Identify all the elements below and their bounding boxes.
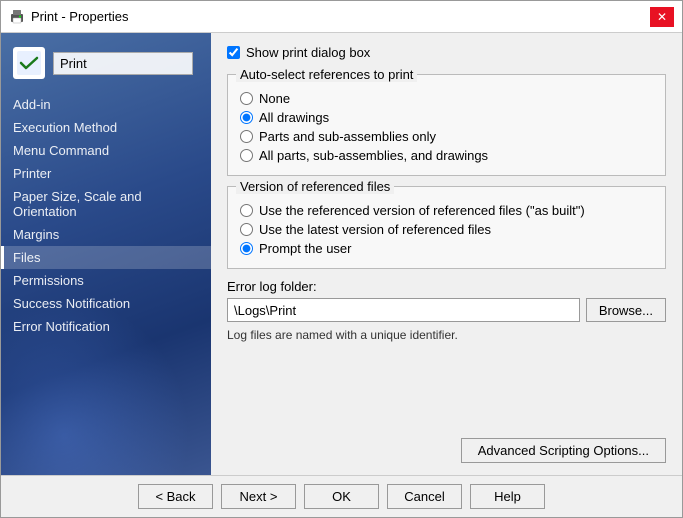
window-title: Print - Properties — [31, 9, 129, 24]
radio-parts-sub-label[interactable]: Parts and sub-assemblies only — [259, 129, 436, 144]
radio-all-drawings[interactable] — [240, 111, 253, 124]
show-print-dialog-checkbox[interactable] — [227, 46, 240, 59]
bottom-bar: < Back Next > OK Cancel Help — [1, 475, 682, 517]
sidebar-item-add-in[interactable]: Add-in — [1, 93, 211, 116]
radio-latest[interactable] — [240, 223, 253, 236]
error-log-input-row: Browse... — [227, 298, 666, 322]
title-bar-left: Print - Properties — [9, 9, 129, 25]
printer-icon — [9, 9, 25, 25]
radio-none-row: None — [240, 89, 653, 108]
sidebar-logo — [13, 47, 45, 79]
right-panel: Show print dialog box Auto-select refere… — [211, 33, 682, 475]
error-log-section: Error log folder: Browse... Log files ar… — [227, 279, 666, 342]
sidebar-item-permissions[interactable]: Permissions — [1, 269, 211, 292]
radio-all-parts-row: All parts, sub-assemblies, and drawings — [240, 146, 653, 165]
auto-select-label: Auto-select references to print — [236, 67, 417, 82]
radio-as-built-row: Use the referenced version of referenced… — [240, 201, 653, 220]
check-icon — [17, 51, 41, 75]
sidebar-item-success-notification[interactable]: Success Notification — [1, 292, 211, 315]
main-window: Print - Properties ✕ Add-in Execu — [0, 0, 683, 518]
cancel-button[interactable]: Cancel — [387, 484, 462, 509]
main-content: Add-in Execution Method Menu Command Pri… — [1, 33, 682, 475]
sidebar-item-menu-command[interactable]: Menu Command — [1, 139, 211, 162]
radio-all-parts[interactable] — [240, 149, 253, 162]
version-label: Version of referenced files — [236, 179, 394, 194]
advanced-scripting-button[interactable]: Advanced Scripting Options... — [461, 438, 666, 463]
sidebar-item-printer[interactable]: Printer — [1, 162, 211, 185]
radio-parts-sub-row: Parts and sub-assemblies only — [240, 127, 653, 146]
auto-select-section: Auto-select references to print None All… — [227, 74, 666, 176]
radio-as-built-label[interactable]: Use the referenced version of referenced… — [259, 203, 585, 218]
error-log-info: Log files are named with a unique identi… — [227, 328, 666, 342]
radio-latest-row: Use the latest version of referenced fil… — [240, 220, 653, 239]
browse-button[interactable]: Browse... — [586, 298, 666, 322]
radio-all-drawings-row: All drawings — [240, 108, 653, 127]
sidebar-item-execution-method[interactable]: Execution Method — [1, 116, 211, 139]
show-print-dialog-label[interactable]: Show print dialog box — [246, 45, 370, 60]
radio-none-label[interactable]: None — [259, 91, 290, 106]
radio-prompt[interactable] — [240, 242, 253, 255]
advanced-section: Advanced Scripting Options... — [227, 434, 666, 467]
sidebar-item-margins[interactable]: Margins — [1, 223, 211, 246]
radio-prompt-label[interactable]: Prompt the user — [259, 241, 352, 256]
show-print-dialog-row: Show print dialog box — [227, 45, 666, 60]
radio-prompt-row: Prompt the user — [240, 239, 653, 258]
close-button[interactable]: ✕ — [650, 7, 674, 27]
error-log-input[interactable] — [227, 298, 580, 322]
next-button[interactable]: Next > — [221, 484, 296, 509]
radio-all-parts-label[interactable]: All parts, sub-assemblies, and drawings — [259, 148, 488, 163]
sidebar-item-error-notification[interactable]: Error Notification — [1, 315, 211, 338]
print-title-input[interactable] — [53, 52, 193, 75]
error-log-label: Error log folder: — [227, 279, 666, 294]
spacer — [227, 352, 666, 424]
version-section: Version of referenced files Use the refe… — [227, 186, 666, 269]
radio-none[interactable] — [240, 92, 253, 105]
sidebar-header — [1, 41, 211, 89]
ok-button[interactable]: OK — [304, 484, 379, 509]
sidebar-item-paper-size[interactable]: Paper Size, Scale and Orientation — [1, 185, 211, 223]
back-button[interactable]: < Back — [138, 484, 213, 509]
radio-parts-sub[interactable] — [240, 130, 253, 143]
radio-latest-label[interactable]: Use the latest version of referenced fil… — [259, 222, 491, 237]
radio-as-built[interactable] — [240, 204, 253, 217]
help-button[interactable]: Help — [470, 484, 545, 509]
radio-all-drawings-label[interactable]: All drawings — [259, 110, 329, 125]
sidebar-item-files[interactable]: Files — [1, 246, 211, 269]
title-bar: Print - Properties ✕ — [1, 1, 682, 33]
sidebar: Add-in Execution Method Menu Command Pri… — [1, 33, 211, 475]
